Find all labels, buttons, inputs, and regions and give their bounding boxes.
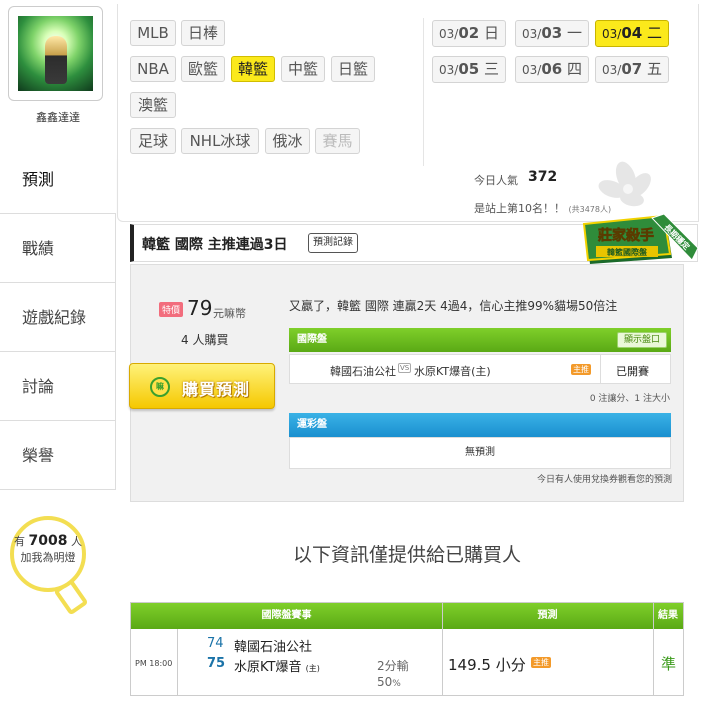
sport-tag-china-basketball[interactable]: 中籃 (281, 56, 325, 82)
buyers-only-heading: 以下資訊僅提供給已購買人 (292, 544, 521, 566)
prediction-summary: 又贏了，韓籃 國際 連贏2天 4過4，信心主推99%貓場50倍注 (289, 299, 618, 313)
coin-icon: 嘛 (150, 377, 170, 397)
voucher-note: 今日有人使用兌換券觀看您的預測 (536, 475, 672, 485)
sidebar-item-record[interactable]: 戰績 (0, 214, 116, 283)
left-column: 鑫鑫達達 預測 戰績 遊戲紀錄 討論 榮譽 有 7008 人 加我為明燈 (0, 0, 116, 701)
pick-value: 149.5 小分 (448, 656, 526, 674)
sport-tag-khl[interactable]: 俄冰 (265, 128, 310, 154)
popularity-label: 今日人氣 (474, 174, 518, 187)
sidebar-item-predict[interactable]: 預測 (0, 145, 116, 214)
sport-tag-nba[interactable]: NBA (130, 56, 176, 82)
date-button-0305[interactable]: 03/05 三 (432, 56, 506, 83)
avatar (18, 16, 93, 91)
away-team: 水原KT爆音(主) (414, 365, 491, 378)
sport-tag-euro-basketball[interactable]: 歐籃 (181, 56, 225, 82)
team2-number: 75 (207, 656, 226, 671)
intl-odds-header: 國際盤 顯示盤口 (289, 328, 671, 352)
date-button-0302[interactable]: 03/02 日 (432, 20, 506, 47)
avatar-frame[interactable] (8, 6, 103, 101)
col-header-game: 國際盤賽事 (261, 610, 312, 621)
lottery-row: 無預測 (289, 437, 671, 469)
sport-tag-npb[interactable]: 日棒 (181, 20, 225, 46)
game-time: PM 18:00 (135, 659, 173, 668)
sidebar-item-label: 遊戲紀錄 (22, 308, 87, 327)
date-button-0307[interactable]: 03/07 五 (595, 56, 669, 83)
date-button-0304[interactable]: 03/04 二 (595, 20, 669, 47)
follow-count-text: 有 7008 人 加我為明燈 (14, 533, 82, 564)
buy-prediction-label: 購買預測 (182, 380, 251, 399)
price-unit: 元嘛幣 (213, 307, 246, 320)
main-pick-badge: 主推 (531, 657, 551, 668)
show-odds-button[interactable]: 顯示盤口 (616, 332, 667, 348)
filter-panel: MLB 日棒 NBA 歐籃 韓籃 中籃 日籃 澳籃 足球 NHL冰球 俄冰 賽馬… (117, 4, 699, 222)
pick-count-note: 0 注讓分、1 注大小 (589, 394, 670, 404)
sidebar-item-label: 榮譽 (22, 446, 55, 465)
result-table-header: 國際盤賽事 預測 結果 (131, 603, 683, 629)
date-button-0306[interactable]: 03/06 四 (515, 56, 589, 83)
sport-tag-nhl[interactable]: NHL冰球 (181, 128, 259, 154)
follow-bulb[interactable]: 有 7008 人 加我為明燈 (10, 516, 105, 616)
col-header-result: 結果 (658, 610, 678, 621)
divider (423, 18, 424, 166)
sidebar-item-discuss[interactable]: 討論 (0, 352, 116, 421)
streak-title: 韓籃 國際 主推連過3日 (142, 237, 288, 253)
sidebar-item-label: 討論 (22, 377, 55, 396)
lottery-odds-header: 運彩盤 (289, 413, 671, 437)
vs-icon: VS (398, 363, 412, 373)
sport-tag-horse-racing: 賽馬 (315, 128, 360, 154)
main-pick-badge: 主推 (571, 364, 591, 375)
sport-tag-korea-basketball[interactable]: 韓籃 (231, 56, 275, 82)
sidebar-item-game-log[interactable]: 遊戲紀錄 (0, 283, 116, 352)
sidebar-item-label: 預測 (22, 170, 55, 189)
buyers-count: 4 人購買 (181, 333, 229, 347)
prediction-record-button[interactable]: 預測記錄 (308, 233, 358, 253)
sidebar-item-honor[interactable]: 榮譽 (0, 421, 116, 490)
badge-subtitle: 韓籃國際盤 (607, 247, 648, 257)
intl-odds-title: 國際盤 (297, 334, 327, 345)
sport-tag-japan-basketball[interactable]: 日籃 (331, 56, 375, 82)
team1-number: 74 (207, 636, 224, 651)
username: 鑫鑫達達 (36, 111, 80, 124)
price-value: 79 (187, 296, 213, 320)
home-team: 韓國石油公社 (330, 365, 396, 378)
handicap-percent: 50% (377, 675, 401, 689)
sidebar-item-label: 戰績 (22, 239, 55, 258)
side-nav: 預測 戰績 遊戲紀錄 討論 榮譽 (0, 145, 116, 490)
team2-name: 水原KT爆音 (主) (234, 660, 320, 675)
popularity-value: 372 (528, 169, 558, 185)
date-button-0303[interactable]: 03/03 一 (515, 20, 589, 47)
sport-tag-soccer[interactable]: 足球 (130, 128, 176, 154)
match-status: 已開賽 (616, 365, 649, 378)
follow-count: 7008 (28, 533, 68, 549)
handicap-line: 2分輸 (377, 659, 409, 673)
result-value: 準 (661, 655, 677, 673)
col-header-prediction: 預測 (537, 610, 558, 621)
special-price-tag: 特價 (159, 302, 184, 317)
sport-tag-mlb[interactable]: MLB (130, 20, 176, 46)
badge-title: 莊家殺手 (598, 227, 654, 244)
match-row: 韓國石油公社 VS 水原KT爆音(主) 主推 已開賽 (289, 354, 671, 384)
prediction-box: 特價 79 元嘛幣 4 人購買 嘛 購買預測 又贏了，韓籃 國際 連贏2天 4過… (129, 264, 684, 502)
lottery-value: 無預測 (465, 447, 495, 458)
result-table: 國際盤賽事 預測 結果 PM 18:00 74 韓國石油公社 75 水原KT爆音… (130, 602, 684, 696)
team1-name: 韓國石油公社 (234, 640, 313, 655)
buy-prediction-button[interactable]: 嘛 購買預測 (129, 363, 275, 409)
sport-tag-aus-basketball[interactable]: 澳籃 (130, 92, 176, 118)
